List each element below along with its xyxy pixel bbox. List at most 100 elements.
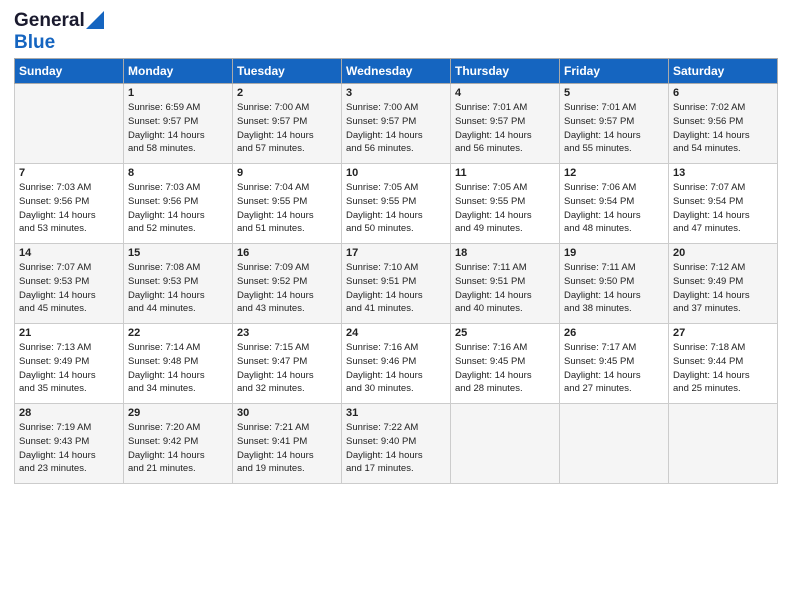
- cell-info-line: and 47 minutes.: [673, 222, 773, 236]
- cell-info-line: Sunrise: 7:01 AM: [455, 101, 555, 115]
- cell-info-line: Sunrise: 7:19 AM: [19, 421, 119, 435]
- weekday-header-friday: Friday: [560, 59, 669, 84]
- day-number: 3: [346, 87, 446, 99]
- week-row-2: 14Sunrise: 7:07 AMSunset: 9:53 PMDayligh…: [15, 244, 778, 324]
- calendar-cell: 28Sunrise: 7:19 AMSunset: 9:43 PMDayligh…: [15, 404, 124, 484]
- cell-info-line: Sunrise: 7:18 AM: [673, 341, 773, 355]
- cell-info: Sunrise: 7:08 AMSunset: 9:53 PMDaylight:…: [128, 261, 228, 316]
- cell-info-line: Sunset: 9:57 PM: [564, 115, 664, 129]
- cell-info-line: Sunset: 9:53 PM: [19, 275, 119, 289]
- cell-info-line: Sunset: 9:54 PM: [564, 195, 664, 209]
- cell-info-line: Daylight: 14 hours: [19, 369, 119, 383]
- cell-info-line: Sunset: 9:55 PM: [455, 195, 555, 209]
- day-number: 12: [564, 167, 664, 179]
- cell-info-line: Sunset: 9:41 PM: [237, 435, 337, 449]
- cell-info: Sunrise: 7:06 AMSunset: 9:54 PMDaylight:…: [564, 181, 664, 236]
- calendar-table: SundayMondayTuesdayWednesdayThursdayFrid…: [14, 58, 778, 484]
- day-number: 24: [346, 327, 446, 339]
- cell-info-line: Sunrise: 7:13 AM: [19, 341, 119, 355]
- cell-info-line: Sunrise: 7:07 AM: [19, 261, 119, 275]
- cell-info-line: Sunset: 9:49 PM: [673, 275, 773, 289]
- cell-info-line: Sunrise: 7:20 AM: [128, 421, 228, 435]
- calendar-cell: 7Sunrise: 7:03 AMSunset: 9:56 PMDaylight…: [15, 164, 124, 244]
- weekday-header-thursday: Thursday: [451, 59, 560, 84]
- cell-info-line: Sunrise: 6:59 AM: [128, 101, 228, 115]
- cell-info-line: Sunrise: 7:21 AM: [237, 421, 337, 435]
- cell-info-line: and 43 minutes.: [237, 302, 337, 316]
- cell-info-line: Daylight: 14 hours: [564, 369, 664, 383]
- cell-info-line: Sunset: 9:48 PM: [128, 355, 228, 369]
- cell-info-line: Daylight: 14 hours: [455, 209, 555, 223]
- cell-info: Sunrise: 7:00 AMSunset: 9:57 PMDaylight:…: [346, 101, 446, 156]
- day-number: 30: [237, 407, 337, 419]
- cell-info-line: Sunrise: 7:01 AM: [564, 101, 664, 115]
- cell-info-line: Sunset: 9:43 PM: [19, 435, 119, 449]
- calendar-cell: 25Sunrise: 7:16 AMSunset: 9:45 PMDayligh…: [451, 324, 560, 404]
- cell-info: Sunrise: 7:15 AMSunset: 9:47 PMDaylight:…: [237, 341, 337, 396]
- calendar-cell: 19Sunrise: 7:11 AMSunset: 9:50 PMDayligh…: [560, 244, 669, 324]
- cell-info-line: and 19 minutes.: [237, 462, 337, 476]
- day-number: 27: [673, 327, 773, 339]
- cell-info: Sunrise: 7:03 AMSunset: 9:56 PMDaylight:…: [128, 181, 228, 236]
- day-number: 23: [237, 327, 337, 339]
- cell-info-line: Sunrise: 7:00 AM: [346, 101, 446, 115]
- weekday-header-tuesday: Tuesday: [233, 59, 342, 84]
- cell-info-line: and 51 minutes.: [237, 222, 337, 236]
- header: General Blue: [14, 10, 778, 54]
- cell-info-line: Daylight: 14 hours: [673, 369, 773, 383]
- cell-info-line: Sunset: 9:50 PM: [564, 275, 664, 289]
- cell-info-line: Daylight: 14 hours: [564, 129, 664, 143]
- cell-info-line: and 57 minutes.: [237, 142, 337, 156]
- cell-info-line: Daylight: 14 hours: [564, 209, 664, 223]
- calendar-cell: 3 Sunrise: 7:00 AMSunset: 9:57 PMDaylight…: [342, 84, 451, 164]
- cell-info-line: Daylight: 14 hours: [673, 209, 773, 223]
- cell-info-line: Sunset: 9:47 PM: [237, 355, 337, 369]
- cell-info-line: Daylight: 14 hours: [237, 449, 337, 463]
- cell-info-line: and 35 minutes.: [19, 382, 119, 396]
- cell-info-line: Sunrise: 7:12 AM: [673, 261, 773, 275]
- cell-info-line: Sunset: 9:53 PM: [128, 275, 228, 289]
- cell-info-line: Sunrise: 7:11 AM: [455, 261, 555, 275]
- calendar-cell: 15 Sunrise: 7:08 AMSunset: 9:53 PMDayligh…: [124, 244, 233, 324]
- day-number: 22: [128, 327, 228, 339]
- cell-info-line: and 56 minutes.: [346, 142, 446, 156]
- calendar-cell: 21Sunrise: 7:13 AMSunset: 9:49 PMDayligh…: [15, 324, 124, 404]
- cell-info-line: and 48 minutes.: [564, 222, 664, 236]
- cell-info-line: Sunrise: 7:22 AM: [346, 421, 446, 435]
- cell-info-line: Daylight: 14 hours: [346, 289, 446, 303]
- calendar-cell: [560, 404, 669, 484]
- cell-info: Sunrise: 7:18 AMSunset: 9:44 PMDaylight:…: [673, 341, 773, 396]
- week-row-4: 28 Sunrise: 7:19 AMSunset: 9:43 PM Dayligh…: [15, 404, 778, 484]
- day-number: 28: [19, 407, 119, 419]
- cell-info: Sunrise: 7:01 AMSunset: 9:57 PMDaylight:…: [455, 101, 555, 156]
- cell-info-line: and 27 minutes.: [564, 382, 664, 396]
- day-number: 26: [564, 327, 664, 339]
- calendar-cell: 13Sunrise: 7:07 AMSunset: 9:54 PMDayligh…: [669, 164, 778, 244]
- weekday-header-row: SundayMondayTuesdayWednesdayThursdayFrid…: [15, 59, 778, 84]
- cell-info-line: Daylight: 14 hours: [128, 209, 228, 223]
- cell-info-line: Daylight: 14 hours: [346, 369, 446, 383]
- cell-info-line: Daylight: 14 hours: [455, 289, 555, 303]
- cell-info-line: and 25 minutes.: [673, 382, 773, 396]
- calendar-cell: 27 Sunrise: 7:18 AMSunset: 9:44 PMDayligh…: [669, 324, 778, 404]
- day-number: 5: [564, 87, 664, 99]
- calendar-cell: 20Sunrise: 7:12 AMSunset: 9:49 PMDayligh…: [669, 244, 778, 324]
- cell-info-line: Sunrise: 7:05 AM: [455, 181, 555, 195]
- calendar-cell: 18Sunrise: 7:11 AMSunset: 9:51 PMDayligh…: [451, 244, 560, 324]
- day-number: 16: [237, 247, 337, 259]
- cell-info: Sunrise: 7:05 AMSunset: 9:55 PMDaylight:…: [346, 181, 446, 236]
- cell-info: Sunrise: 7:17 AMSunset: 9:45 PMDaylight:…: [564, 341, 664, 396]
- cell-info: Sunrise: 7:10 AMSunset: 9:51 PMDaylight:…: [346, 261, 446, 316]
- cell-info-line: Sunrise: 7:03 AM: [128, 181, 228, 195]
- calendar-cell: [669, 404, 778, 484]
- week-row-0: 1Sunrise: 6:59 AMSunset: 9:57 PMDaylight…: [15, 84, 778, 164]
- calendar-cell: 2Sunrise: 7:00 AMSunset: 9:57 PMDaylight…: [233, 84, 342, 164]
- cell-info-line: Daylight: 14 hours: [237, 209, 337, 223]
- day-number: 14: [19, 247, 119, 259]
- cell-info: Sunrise: 7:20 AMSunset: 9:42 PMDaylight:…: [128, 421, 228, 476]
- cell-info-line: Sunrise: 7:11 AM: [564, 261, 664, 275]
- cell-info-line: Daylight: 14 hours: [128, 289, 228, 303]
- cell-info-line: Sunset: 9:49 PM: [19, 355, 119, 369]
- cell-info: Sunrise: 7:16 AMSunset: 9:45 PMDaylight:…: [455, 341, 555, 396]
- day-number: 15: [128, 247, 228, 259]
